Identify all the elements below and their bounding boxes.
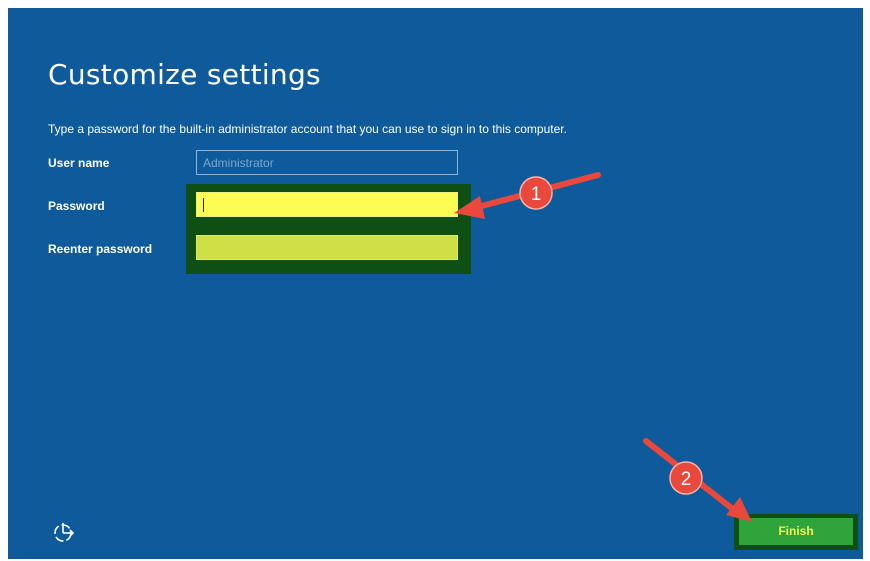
step-2-number: 2 (681, 469, 692, 490)
step-1-number: 1 (531, 184, 542, 205)
annotation-layer: 1 2 (454, 172, 752, 522)
arrow-1-head (454, 196, 485, 219)
